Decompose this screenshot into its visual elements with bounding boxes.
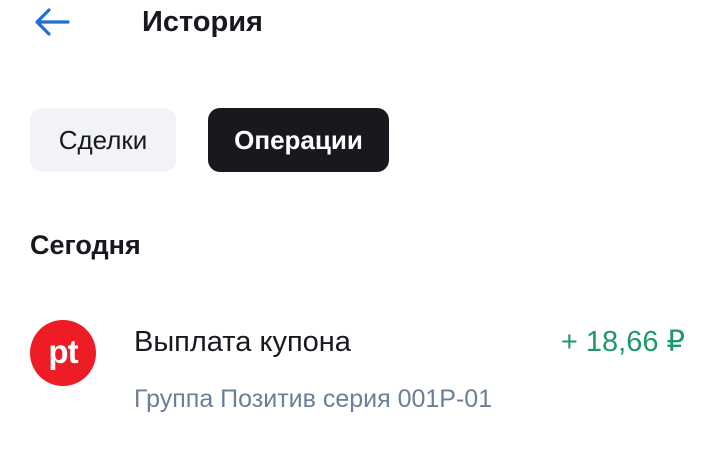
- operation-subtitle: Группа Позитив серия 001P-01: [134, 385, 493, 413]
- section-title-today: Сегодня: [30, 230, 141, 260]
- operation-list-item[interactable]: pt Выплата купона + 18,66 ₽ Группа Позит…: [0, 300, 715, 430]
- arrow-left-icon: [35, 8, 70, 36]
- page-title: История: [142, 6, 263, 38]
- tab-operations[interactable]: Операции: [208, 108, 389, 172]
- positive-group-logo-icon: pt: [30, 320, 96, 386]
- header: История: [0, 0, 715, 46]
- back-button[interactable]: [28, 2, 76, 42]
- operation-title: Выплата купона: [134, 326, 351, 358]
- history-tabs: Сделки Операции: [30, 108, 389, 172]
- history-screen: История Сделки Операции Сегодня pt Выпла…: [0, 0, 715, 470]
- operation-amount: + 18,66 ₽: [560, 326, 685, 358]
- pt-logo-text: pt: [48, 333, 79, 370]
- logo-text: pt: [48, 333, 78, 370]
- tab-deals[interactable]: Сделки: [30, 108, 176, 172]
